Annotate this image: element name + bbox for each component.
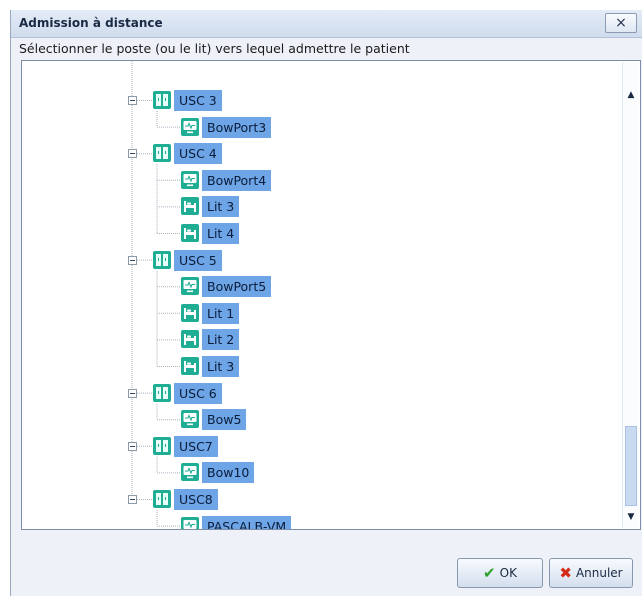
tree-panel[interactable]: USC 3 BowPort3 USC 4 BowPort4 Lit 3 Lit 4 USC … [21, 60, 641, 530]
ok-button[interactable]: ✔ OK [457, 558, 543, 588]
dialog-window: Admission à distance × Sélectionner le p… [10, 10, 642, 596]
cross-icon: ✖ [559, 563, 572, 582]
bed-icon [180, 303, 200, 323]
unit-icon [152, 250, 172, 270]
cancel-button-label: Annuler [575, 566, 623, 580]
vertical-scrollbar[interactable]: ▲ ▼ [622, 62, 639, 528]
close-button[interactable]: × [605, 13, 637, 33]
tree-leaf-label: BowPort5 [202, 276, 272, 298]
tree-leaf-label: Lit 1 [202, 302, 240, 324]
tree-leaf-label: Lit 4 [202, 223, 240, 244]
bed-icon [180, 223, 200, 243]
instruction-text: Sélectionner le poste (ou le lit) vers l… [19, 41, 410, 56]
unit-icon [152, 383, 172, 403]
tree-group-label: USC8 [174, 489, 218, 510]
tree-group-row[interactable]: USC7 [22, 435, 612, 457]
tree-group-row[interactable]: USC 6 [22, 382, 612, 404]
collapse-toggle-icon[interactable] [128, 255, 137, 265]
tree-leaf-row[interactable]: Bow5 [22, 409, 612, 431]
chevron-up-icon: ▲ [627, 90, 635, 100]
tree-group-row[interactable]: USC 4 [22, 143, 612, 165]
tree-leaf-label: Bow10 [202, 462, 255, 484]
tree-leaf-label: PASCALB-VM [202, 515, 292, 529]
close-icon: × [615, 15, 627, 31]
tree-leaf-row[interactable]: Lit 2 [22, 329, 612, 351]
tree-leaf-row[interactable]: Lit 3 [22, 356, 612, 377]
tree-group-label: USC 6 [174, 382, 222, 404]
tree-group-label: USC 5 [174, 249, 222, 271]
scroll-thumb[interactable] [625, 426, 637, 506]
tree-leaf-label: BowPort4 [202, 169, 272, 191]
collapse-toggle-icon[interactable] [128, 388, 137, 398]
tree-leaf-label: Lit 3 [202, 196, 240, 218]
monitor-icon [180, 276, 200, 296]
collapse-toggle-icon[interactable] [128, 149, 137, 159]
tree-group-row[interactable]: USC8 [22, 489, 612, 510]
tree-leaf-row[interactable]: BowPort4 [22, 169, 612, 191]
monitor-icon [180, 170, 200, 190]
unit-icon [152, 143, 172, 163]
dialog-title: Admission à distance [19, 16, 163, 30]
tree-leaf-label: Lit 3 [202, 356, 240, 377]
tree-leaf-row[interactable]: Bow10 [22, 462, 612, 484]
tree-group-label: USC7 [174, 435, 218, 457]
tree-leaf-row[interactable]: BowPort3 [22, 116, 612, 138]
monitor-icon [180, 409, 200, 429]
collapse-toggle-icon[interactable] [128, 441, 137, 451]
tree-leaf-label: Bow5 [202, 409, 247, 431]
tree-group-label: USC 3 [174, 90, 222, 111]
ok-button-label: OK [499, 566, 517, 580]
tree-group-label: USC 4 [174, 143, 222, 165]
tree-leaf-row[interactable]: BowPort5 [22, 276, 612, 298]
collapse-toggle-icon[interactable] [128, 495, 137, 504]
cancel-button[interactable]: ✖ Annuler [549, 558, 633, 588]
bed-icon [180, 329, 200, 349]
tree-leaf-label: BowPort3 [202, 116, 272, 138]
bed-icon [180, 356, 200, 376]
unit-icon [152, 436, 172, 456]
scroll-down-button[interactable]: ▼ [624, 510, 638, 524]
scroll-up-button[interactable]: ▲ [624, 88, 638, 102]
tree-group-row[interactable]: USC 3 [22, 90, 612, 111]
monitor-icon [180, 117, 200, 137]
tree-leaf-row[interactable]: Lit 4 [22, 223, 612, 244]
chevron-down-icon: ▼ [627, 512, 635, 522]
collapse-toggle-icon[interactable] [128, 96, 137, 105]
title-bar: Admission à distance × [11, 10, 642, 38]
tree-leaf-label: Lit 2 [202, 329, 240, 351]
tree-group-row[interactable]: USC 5 [22, 249, 612, 271]
tree-leaf-row[interactable]: Lit 3 [22, 196, 612, 218]
monitor-icon [180, 516, 200, 529]
check-icon: ✔ [483, 563, 496, 582]
tree-leaf-row[interactable]: PASCALB-VM [22, 515, 612, 529]
monitor-icon [180, 462, 200, 482]
tree-leaf-row[interactable]: Lit 1 [22, 302, 612, 324]
unit-icon [152, 90, 172, 110]
unit-icon [152, 489, 172, 509]
bed-icon [180, 196, 200, 216]
